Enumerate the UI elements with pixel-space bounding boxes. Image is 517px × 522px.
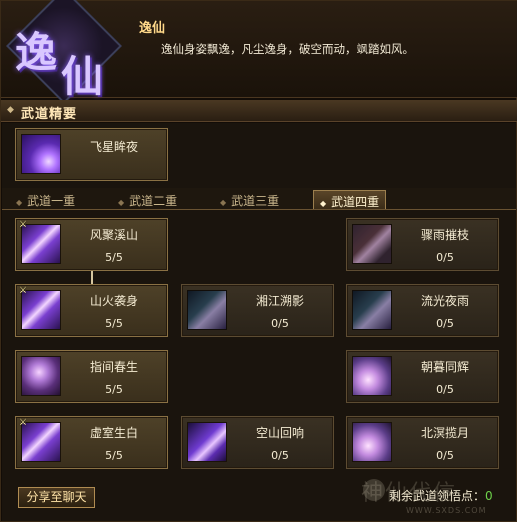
class-emblem: 逸 仙 xyxy=(5,0,123,104)
points-label: 剩余武道领悟点： xyxy=(389,489,486,503)
skill-level: 5/5 xyxy=(105,383,123,396)
tab-label: 武道四重 xyxy=(331,195,380,209)
sword-wave-icon xyxy=(21,224,61,264)
class-description: 逸仙身姿飘逸，凡尘逸身，破空而动，飒踏如风。 xyxy=(161,42,414,56)
tab-bullet-icon: ◆ xyxy=(118,198,125,207)
river-shadow-icon xyxy=(187,290,227,330)
skill-name: 朝暮同辉 xyxy=(420,360,469,374)
skill-name: 飞星眸夜 xyxy=(89,140,138,154)
skill-name: 风聚溪山 xyxy=(89,228,138,242)
skill-name: 空山回响 xyxy=(255,426,304,440)
tab-label: 武道一重 xyxy=(27,194,76,208)
tab-label: 武道二重 xyxy=(129,194,178,208)
class-name: 逸仙 xyxy=(139,21,166,36)
diamond-bullet-icon: ◆ xyxy=(7,105,14,115)
emblem-char-2: 仙 xyxy=(61,52,104,101)
skill-name: 流光夜雨 xyxy=(420,294,469,308)
tab-label: 武道三重 xyxy=(231,194,280,208)
sword-mark-icon: ⚔ xyxy=(19,286,28,296)
remaining-points: 剩余武道领悟点：0 xyxy=(389,487,493,504)
emblem-char-1: 逸 xyxy=(15,28,58,77)
skill-name: 湘江溯影 xyxy=(255,294,304,308)
skill-card-zhijian[interactable]: 指间春生 5/5 xyxy=(15,350,168,403)
skill-level: 0/5 xyxy=(436,251,454,264)
skill-level: 5/5 xyxy=(105,449,123,462)
echo-icon xyxy=(187,422,227,462)
tab-bullet-icon: ◆ xyxy=(220,198,227,207)
share-to-chat-button[interactable]: 分享至聊天 xyxy=(18,487,95,508)
section-header: ◆ 武道精要 xyxy=(1,100,517,122)
shadow-strike-icon xyxy=(21,134,61,174)
dusk-dawn-icon xyxy=(352,356,392,396)
moon-embrace-icon xyxy=(352,422,392,462)
skill-card-zhaomu[interactable]: 朝暮同辉 0/5 xyxy=(346,350,499,403)
skill-card-beiming[interactable]: 北溟揽月 0/5 xyxy=(346,416,499,469)
talent-panel: 逸 仙 逸仙 逸仙身姿飘逸，凡尘逸身，破空而动，飒踏如风。 ◆ 武道精要 飞星眸… xyxy=(0,0,517,522)
night-rain-icon xyxy=(352,290,392,330)
sword-wave-icon xyxy=(21,290,61,330)
skill-name: 指间春生 xyxy=(89,360,138,374)
featured-skill-card[interactable]: 飞星眸夜 xyxy=(15,128,168,181)
skill-level: 0/5 xyxy=(436,383,454,396)
spring-orb-icon xyxy=(21,356,61,396)
skill-card-kongshan[interactable]: 空山回响 0/5 xyxy=(181,416,334,469)
skill-card-xushi[interactable]: ⚔ 虚室生白 5/5 xyxy=(15,416,168,469)
rain-strike-icon xyxy=(352,224,392,264)
skill-card-liuguang[interactable]: 流光夜雨 0/5 xyxy=(346,284,499,337)
points-value: 0 xyxy=(485,489,493,503)
tab-bullet-icon: ◆ xyxy=(320,199,327,208)
tab-bullet-icon: ◆ xyxy=(16,198,23,207)
skill-name: 虚室生白 xyxy=(89,426,138,440)
skill-name: 骤雨摧枝 xyxy=(420,228,469,242)
tab-tier-2[interactable]: ◆ 武道二重 xyxy=(112,190,183,209)
skill-card-fengju[interactable]: ⚔ 风聚溪山 5/5 xyxy=(15,218,168,271)
skill-name: 山火袭身 xyxy=(89,294,138,308)
skill-level: 5/5 xyxy=(105,317,123,330)
section-title: 武道精要 xyxy=(21,107,78,122)
tab-tier-4[interactable]: ◆ 武道四重 xyxy=(313,190,387,209)
skill-card-xiangjiang[interactable]: 湘江溯影 0/5 xyxy=(181,284,334,337)
tab-tier-3[interactable]: ◆ 武道三重 xyxy=(214,190,285,209)
sword-mark-icon: ⚔ xyxy=(19,418,28,428)
skill-level: 0/5 xyxy=(436,317,454,330)
sword-mark-icon: ⚔ xyxy=(19,220,28,230)
skill-level: 0/5 xyxy=(436,449,454,462)
sword-wave-icon xyxy=(21,422,61,462)
skill-card-shanhuo[interactable]: ⚔ 山火袭身 5/5 xyxy=(15,284,168,337)
watermark-url: WWW.SXDS.COM xyxy=(406,506,487,515)
tab-tier-1[interactable]: ◆ 武道一重 xyxy=(10,190,81,209)
skill-level: 0/5 xyxy=(271,449,289,462)
tier-tabs: ◆ 武道一重 ◆ 武道二重 ◆ 武道三重 ◆ 武道四重 xyxy=(2,188,516,210)
skill-level: 0/5 xyxy=(271,317,289,330)
skill-connector xyxy=(91,271,93,285)
class-header: 逸 仙 逸仙 逸仙身姿飘逸，凡尘逸身，破空而动，飒踏如风。 xyxy=(1,0,517,104)
skill-level: 5/5 xyxy=(105,251,123,264)
skill-name: 北溟揽月 xyxy=(420,426,469,440)
skill-card-zhouyu[interactable]: 骤雨摧枝 0/5 xyxy=(346,218,499,271)
